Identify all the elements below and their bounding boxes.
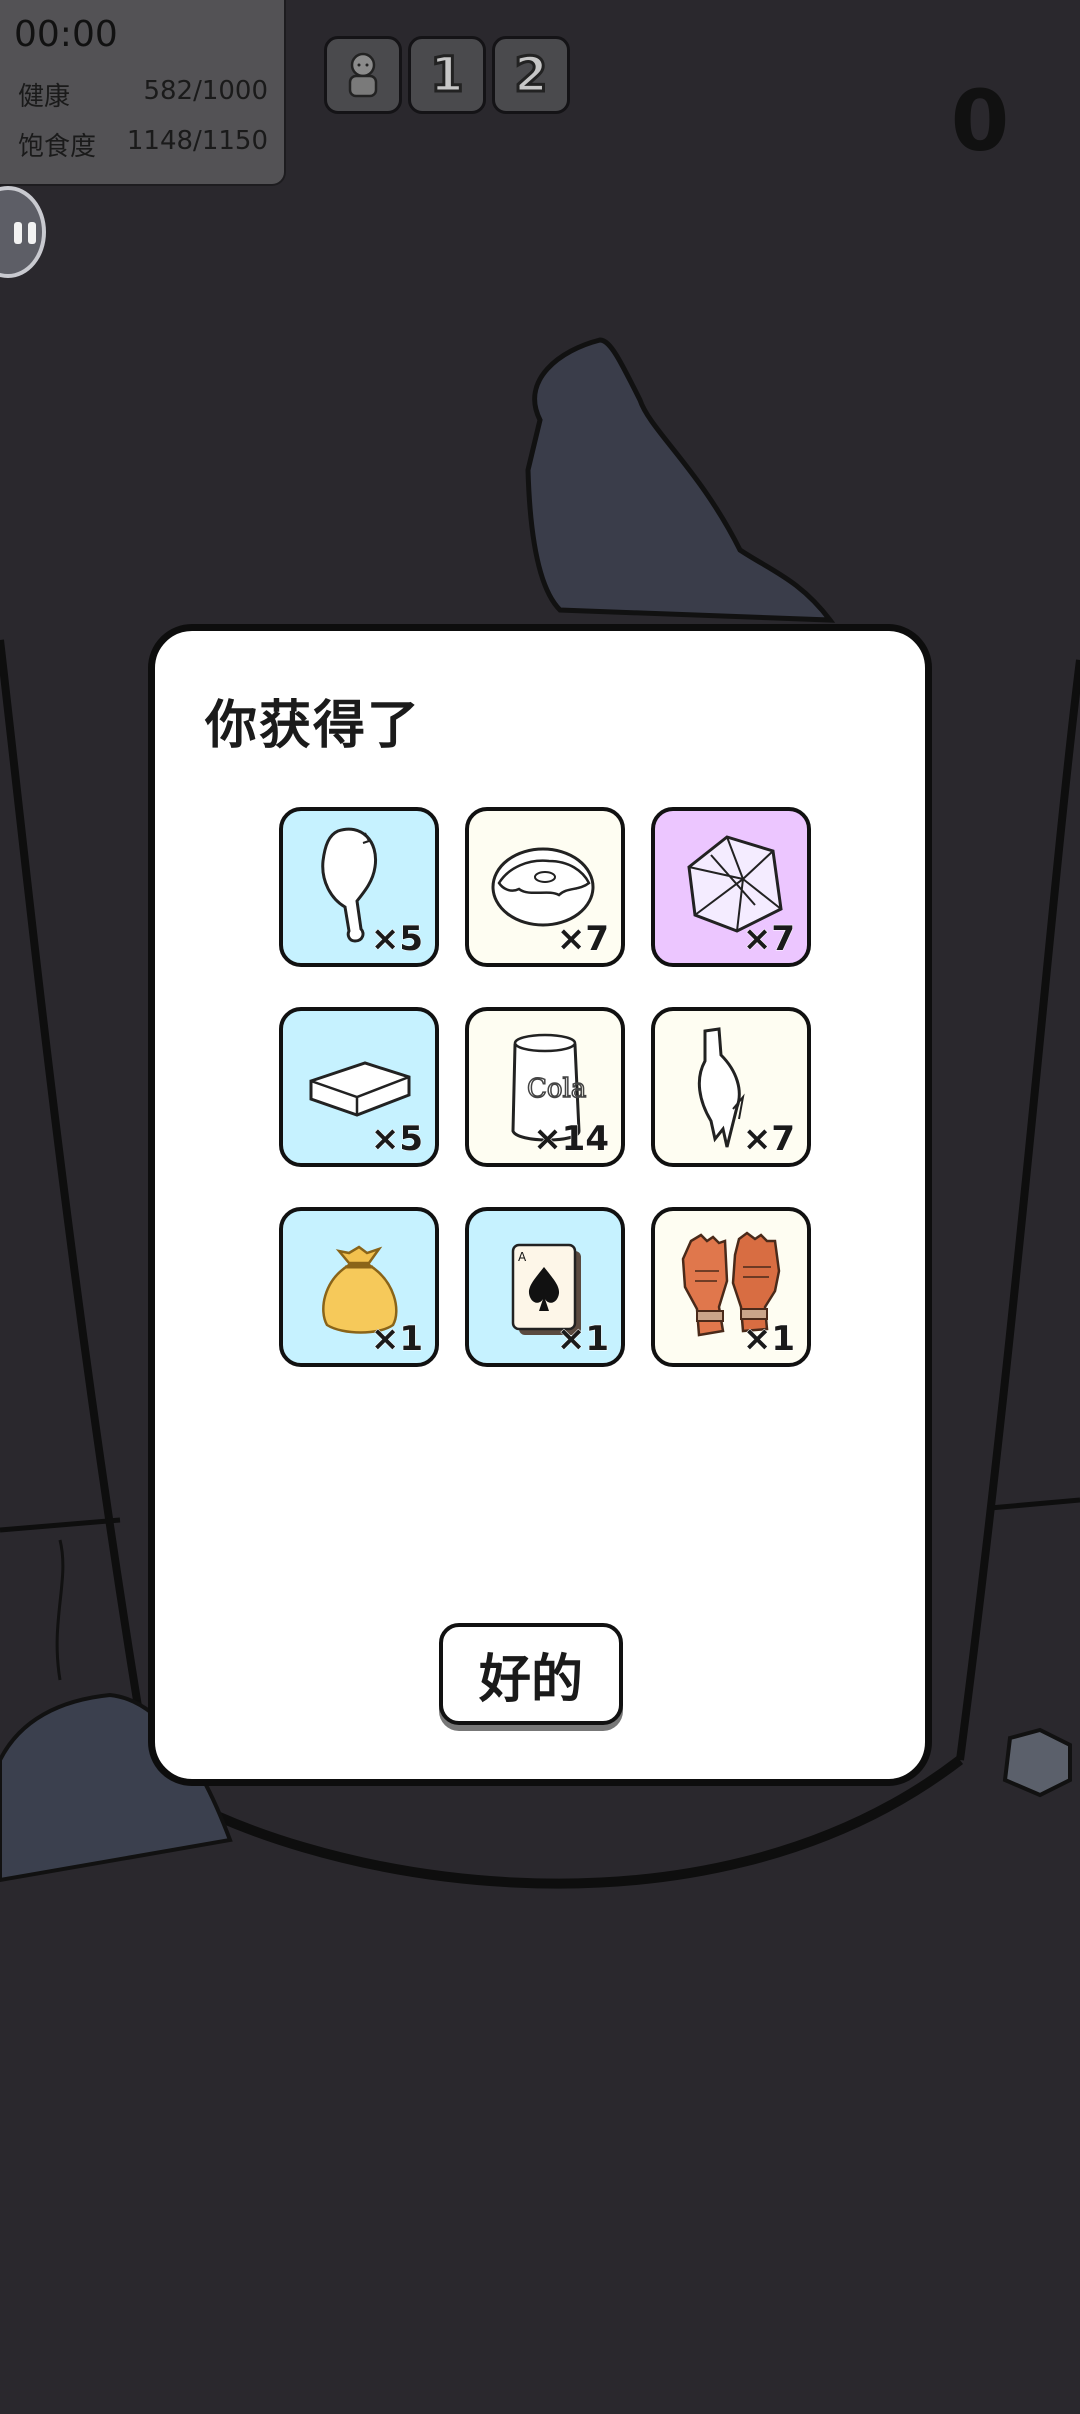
reward-item-crystal[interactable]: ×7 [651,807,811,967]
character-icon [348,52,378,98]
character-button[interactable] [324,36,402,114]
dialog-title: 你获得了 [205,696,422,756]
item-quantity: ×1 [742,1319,795,1360]
satiety-row: 饱食度 1148/1150 [18,126,268,162]
slot-2-label: 2 [513,46,549,105]
svg-text:A: A [518,1250,527,1264]
satiety-label: 饱食度 [18,132,97,162]
item-quantity: ×1 [370,1319,423,1360]
satiety-value: 1148/1150 [126,126,268,156]
stats-panel: 00:00 健康 582/1000 饱食度 1148/1150 [0,0,286,186]
item-quantity: ×5 [370,1119,423,1160]
reward-item-gloves[interactable]: ×1 [651,1207,811,1367]
item-quantity: ×14 [533,1119,610,1160]
health-value: 582/1000 [143,76,268,106]
svg-text:Cola: Cola [527,1074,586,1104]
slot-1-button[interactable]: 1 [408,36,486,114]
score-counter: 0 [950,72,1010,170]
health-label: 健康 [18,82,71,112]
health-row: 健康 582/1000 [18,76,268,112]
item-quantity: ×7 [556,919,609,960]
ok-button[interactable]: 好的 [439,1623,623,1725]
item-quantity: ×1 [556,1319,609,1360]
reward-item-gold-sack[interactable]: ×1 [279,1207,439,1367]
reward-item-broken-bottle[interactable]: ×7 [651,1007,811,1167]
rock-right [1002,1727,1072,1798]
reward-item-ace-of-spades[interactable]: A ×1 [465,1207,625,1367]
timer-text: 00:00 [14,14,118,55]
reward-item-chicken-leg[interactable]: ×5 [279,807,439,967]
reward-dialog: 你获得了 ×5 ×7 ×7 ×5 Cola ×14 ×7 ×1 A ×1 ×1 … [148,624,932,1786]
item-quantity: ×5 [370,919,423,960]
item-quantity: ×7 [742,1119,795,1160]
reward-item-cola-can[interactable]: Cola ×14 [465,1007,625,1167]
slot-1-label: 1 [429,46,465,105]
reward-item-donut[interactable]: ×7 [465,807,625,967]
item-quantity: ×7 [742,919,795,960]
pause-icon [14,222,22,244]
reward-item-silver-bar[interactable]: ×5 [279,1007,439,1167]
slot-2-button[interactable]: 2 [492,36,570,114]
